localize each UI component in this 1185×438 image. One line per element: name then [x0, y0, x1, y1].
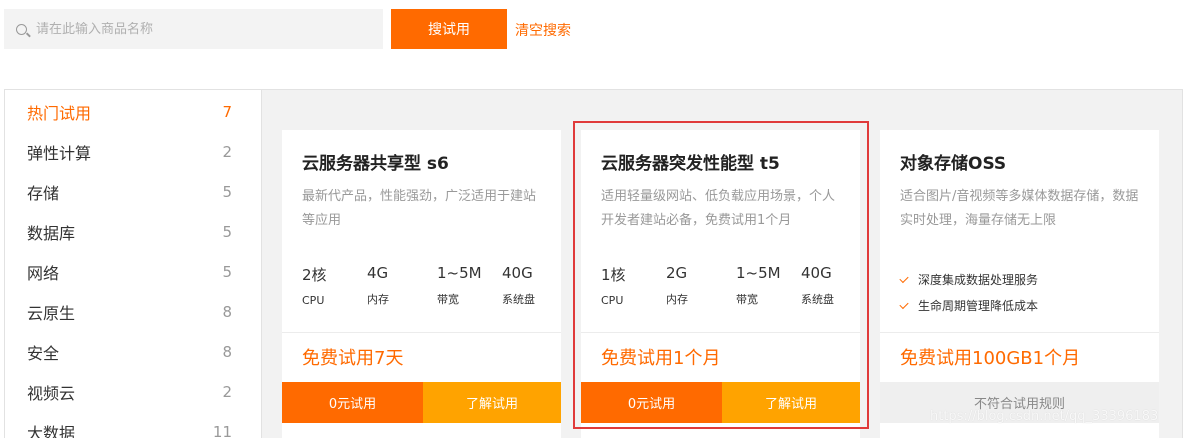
category-sidebar: 热门试用 7 弹性计算 2 存储 5 数据库 5 网络 5 云原生 8 安全 8…	[4, 89, 262, 438]
card-actions: 0元试用 了解试用	[581, 382, 860, 423]
sidebar-item-storage[interactable]: 存储 5	[27, 179, 232, 205]
spec-cpu: 1核 CPU	[601, 264, 626, 307]
spec-value: 40G	[801, 264, 832, 282]
sidebar-item-count: 2	[222, 143, 232, 161]
spec-memory: 2G 内存	[666, 264, 688, 307]
spec-value: 2G	[666, 264, 688, 282]
search-icon	[16, 23, 27, 35]
card-title: 云服务器共享型 s6	[302, 154, 449, 174]
card-description: 适用轻量级网站、低负载应用场景，个人开发者建站必备，免费试用1个月	[601, 189, 836, 228]
sidebar-item-database[interactable]: 数据库 5	[27, 219, 232, 245]
card-divider	[282, 332, 561, 333]
sidebar-item-label: 网络	[27, 264, 60, 283]
sidebar-item-security[interactable]: 安全 8	[27, 339, 232, 365]
sidebar-item-label: 热门试用	[27, 104, 92, 123]
sidebar-item-compute[interactable]: 弹性计算 2	[27, 139, 232, 165]
product-card-oss: 对象存储OSS 适合图片/音视频等多媒体数据存储，数据实时处理，海量存储无上限 …	[880, 130, 1159, 438]
sidebar-item-label: 数据库	[27, 224, 76, 243]
sidebar-item-big-data[interactable]: 大数据 11	[27, 419, 232, 438]
card-description: 适合图片/音视频等多媒体数据存储，数据实时处理，海量存储无上限	[900, 189, 1139, 228]
sidebar-item-count: 5	[222, 263, 232, 281]
spec-value: 1~5M	[736, 264, 781, 282]
spec-bandwidth: 1~5M 带宽	[437, 264, 482, 307]
card-price: 免费试用7天	[302, 348, 404, 369]
spec-value: 2核	[302, 266, 327, 284]
sidebar-item-label: 弹性计算	[27, 144, 92, 163]
spec-disk: 40G 系统盘	[502, 264, 535, 307]
feature-item: 生命周期管理降低成本	[899, 297, 1039, 314]
spec-value: 1核	[601, 266, 626, 284]
learn-trial-button[interactable]: 了解试用	[722, 382, 860, 423]
feature-label: 生命周期管理降低成本	[918, 299, 1039, 313]
sidebar-item-count: 8	[222, 343, 232, 361]
spec-value: 1~5M	[437, 264, 482, 282]
watermark-text: https://blog.csdn.net/qq_33396183	[930, 409, 1159, 424]
check-icon	[899, 299, 909, 309]
spec-cpu: 2核 CPU	[302, 264, 327, 307]
card-divider	[581, 332, 860, 333]
sidebar-item-count: 5	[222, 183, 232, 201]
product-card-s6: 云服务器共享型 s6 最新代产品，性能强劲，广泛适用于建站等应用 2核 CPU …	[282, 130, 561, 438]
spec-unit: CPU	[302, 294, 325, 307]
spec-unit: 带宽	[736, 293, 758, 306]
card-title: 云服务器突发性能型 t5	[601, 154, 780, 174]
sidebar-item-count: 5	[222, 223, 232, 241]
sidebar-item-label: 云原生	[27, 304, 76, 323]
feature-item: 深度集成数据处理服务	[899, 271, 1039, 288]
learn-trial-button[interactable]: 了解试用	[423, 382, 561, 423]
sidebar-item-hot[interactable]: 热门试用 7	[27, 99, 232, 125]
search-button[interactable]: 搜试用	[391, 9, 507, 49]
card-price: 免费试用1个月	[601, 348, 721, 369]
search-input[interactable]	[36, 21, 356, 37]
free-trial-button[interactable]: 0元试用	[581, 382, 722, 423]
spec-unit: 系统盘	[502, 293, 535, 306]
card-actions: 0元试用 了解试用	[282, 382, 561, 423]
check-icon	[899, 273, 909, 283]
feature-label: 深度集成数据处理服务	[918, 273, 1039, 287]
spec-disk: 40G 系统盘	[801, 264, 834, 307]
spec-unit: 内存	[666, 293, 688, 306]
spec-memory: 4G 内存	[367, 264, 389, 307]
spec-unit: CPU	[601, 294, 624, 307]
sidebar-item-label: 视频云	[27, 384, 76, 403]
sidebar-item-network[interactable]: 网络 5	[27, 259, 232, 285]
sidebar-item-label: 存储	[27, 184, 60, 203]
card-description: 最新代产品，性能强劲，广泛适用于建站等应用	[302, 189, 537, 228]
sidebar-item-label: 安全	[27, 344, 60, 363]
sidebar-item-video-cloud[interactable]: 视频云 2	[27, 379, 232, 405]
card-divider	[880, 332, 1159, 333]
sidebar-item-count: 2	[222, 383, 232, 401]
spec-value: 40G	[502, 264, 533, 282]
spec-unit: 带宽	[437, 293, 459, 306]
card-price: 免费试用100GB1个月	[900, 348, 1081, 369]
sidebar-item-count: 8	[222, 303, 232, 321]
card-title: 对象存储OSS	[900, 154, 1007, 174]
free-trial-button[interactable]: 0元试用	[282, 382, 423, 423]
spec-bandwidth: 1~5M 带宽	[736, 264, 781, 307]
sidebar-item-count: 11	[212, 423, 232, 438]
sidebar-item-label: 大数据	[27, 424, 76, 438]
sidebar-item-cloud-native[interactable]: 云原生 8	[27, 299, 232, 325]
spec-unit: 系统盘	[801, 293, 834, 306]
spec-unit: 内存	[367, 293, 389, 306]
clear-search-link[interactable]: 清空搜索	[515, 20, 571, 40]
sidebar-item-count: 7	[222, 103, 232, 121]
search-box[interactable]	[4, 9, 383, 49]
spec-value: 4G	[367, 264, 389, 282]
product-card-t5: 云服务器突发性能型 t5 适用轻量级网站、低负载应用场景，个人开发者建站必备，免…	[581, 130, 860, 438]
